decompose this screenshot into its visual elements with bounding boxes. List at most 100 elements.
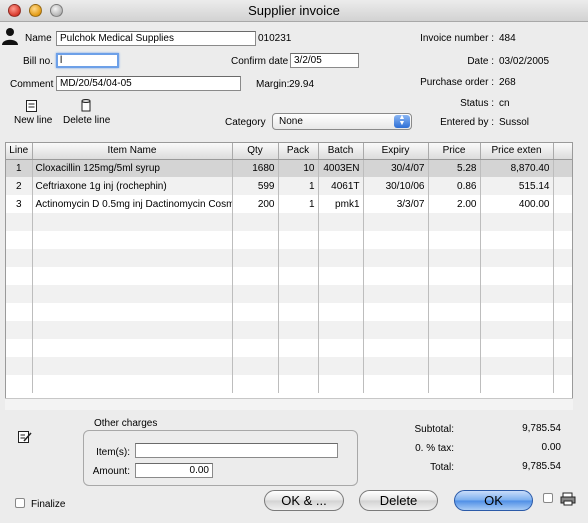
cell-ext [480,231,554,249]
tax-label: 0. % tax: [415,443,454,454]
empty-table-row[interactable] [6,285,572,303]
column-header-spacer [553,143,572,160]
empty-table-row[interactable] [6,357,572,375]
entered-by-label: Entered by : [440,117,494,128]
invoice-lines-table[interactable]: Line Item Name Qty Pack Batch Expiry Pri… [5,142,573,410]
cell-spacer [553,303,572,321]
finalize-checkbox[interactable] [15,498,25,508]
bill-no-field[interactable]: l [56,53,119,68]
cell-expiry: 3/3/07 [363,195,429,213]
cell-expiry [363,213,429,231]
cell-expiry [363,267,429,285]
table-row[interactable]: 3 Actinomycin D 0.5mg inj Dactinomycin Co… [6,195,572,213]
cell-line [6,267,33,285]
delete-button[interactable]: Delete [359,490,438,511]
cell-pack: 10 [278,159,319,177]
cell-item: Actinomycin D 0.5mg inj Dactinomycin Cos… [32,195,233,213]
cell-pack [278,339,319,357]
cell-qty [232,267,279,285]
cell-qty [232,213,279,231]
column-header-price[interactable]: Price [428,143,481,160]
other-items-field[interactable] [135,443,338,458]
cell-qty [232,231,279,249]
ok-and-more-button[interactable]: OK & ... [264,490,344,511]
cell-item [32,339,233,357]
cell-qty [232,249,279,267]
column-header-line[interactable]: Line [6,143,33,160]
cell-ext [480,213,554,231]
cell-price [428,285,481,303]
new-line-label[interactable]: New line [14,115,52,126]
cell-qty [232,339,279,357]
delete-line-icon[interactable] [79,98,93,112]
delete-line-label[interactable]: Delete line [63,115,110,126]
print-checkbox[interactable] [543,493,553,503]
cell-price: 0.86 [428,177,481,195]
supplier-name-field[interactable]: Pulchok Medical Supplies [56,31,256,46]
cell-price: 5.28 [428,159,481,177]
cell-line: 1 [6,159,33,177]
column-header-pack[interactable]: Pack [278,143,319,160]
cell-pack [278,303,319,321]
cell-line [6,357,33,375]
cell-line [6,339,33,357]
confirm-date-field[interactable]: 3/2/05 [290,53,359,68]
empty-table-row[interactable] [6,213,572,231]
table-row[interactable]: 2 Ceftriaxone 1g inj (rochephin) 599 1 4061T… [6,177,572,195]
total-value: 9,785.54 [522,461,561,472]
cell-expiry [363,357,429,375]
column-header-price-extension[interactable]: Price exten [480,143,554,160]
comment-field[interactable]: MD/20/54/04-05 [56,76,241,91]
empty-table-row[interactable] [6,249,572,267]
other-amount-label: Amount: [92,466,130,477]
empty-table-row[interactable] [6,267,572,285]
cell-expiry [363,249,429,267]
cell-pack [278,231,319,249]
cell-batch [318,357,364,375]
empty-table-row[interactable] [6,339,572,357]
other-charges-title: Other charges [92,418,160,429]
column-header-item-name[interactable]: Item Name [32,143,233,160]
other-amount-field[interactable]: 0.00 [135,463,213,478]
category-select[interactable]: None ▲ ▼ [272,113,412,130]
cell-spacer [553,321,572,339]
cell-batch [318,303,364,321]
cell-qty [232,285,279,303]
edit-note-icon[interactable] [17,430,32,444]
empty-table-row[interactable] [6,303,572,321]
date-value: 03/02/2005 [499,56,550,67]
cell-item [32,357,233,375]
cell-spacer [553,357,572,375]
cell-spacer [553,285,572,303]
window-title: Supplier invoice [248,3,340,18]
empty-table-row[interactable] [6,375,572,393]
cell-pack: 1 [278,177,319,195]
cell-price [428,357,481,375]
column-header-expiry[interactable]: Expiry [363,143,429,160]
horizontal-scrollbar[interactable] [5,398,573,410]
cell-pack [278,321,319,339]
cell-item [32,375,233,393]
supplier-person-icon[interactable] [1,27,19,45]
updown-arrows-icon: ▲ ▼ [394,114,410,128]
cell-item [32,231,233,249]
status-value: cn [499,98,510,109]
column-header-qty[interactable]: Qty [232,143,279,160]
cell-ext: 515.14 [480,177,554,195]
cell-batch [318,213,364,231]
invoice-number-value: 484 [499,33,516,44]
cell-item [32,321,233,339]
empty-table-row[interactable] [6,321,572,339]
empty-table-row[interactable] [6,231,572,249]
cell-expiry: 30/4/07 [363,159,429,177]
cell-price [428,375,481,393]
column-header-batch[interactable]: Batch [318,143,364,160]
tax-value: 0.00 [541,442,561,453]
other-items-label: Item(s): [96,447,130,458]
cell-ext [480,285,554,303]
table-row[interactable]: 1 Cloxacillin 125mg/5ml syrup 1680 10 4003EN… [6,159,572,177]
new-line-icon[interactable] [25,99,39,113]
cell-line [6,303,33,321]
cell-spacer [553,213,572,231]
ok-button[interactable]: OK [454,490,533,511]
